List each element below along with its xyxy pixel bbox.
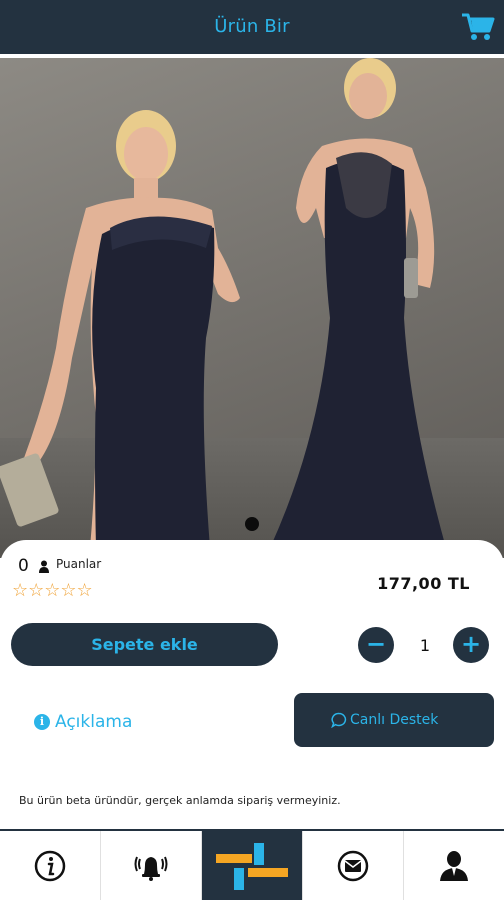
info-circle-icon: i	[34, 714, 50, 730]
nav-messages[interactable]	[303, 831, 404, 900]
mail-icon	[337, 850, 369, 881]
tab-description-label: Açıklama	[55, 712, 133, 732]
beta-notice: Bu ürün beta üründür, gerçek anlamda sip…	[19, 794, 341, 807]
quantity-decrease-button[interactable]: −	[358, 627, 394, 663]
carousel-indicator-active[interactable]	[245, 517, 259, 531]
product-image-carousel[interactable]	[0, 58, 504, 558]
app-header: Ürün Bir	[0, 0, 504, 54]
bottom-navigation	[0, 829, 504, 900]
chat-bubble-icon	[331, 712, 347, 729]
live-support-button[interactable]: Canlı Destek	[294, 693, 494, 747]
info-icon	[34, 850, 66, 881]
rating-label: Puanlar	[56, 557, 102, 571]
user-icon	[440, 850, 468, 881]
product-photo	[0, 58, 446, 548]
add-to-cart-button[interactable]: Sepete ekle	[11, 623, 278, 666]
notification-bell-icon	[134, 856, 168, 881]
nav-home[interactable]	[202, 831, 303, 900]
nav-account[interactable]	[404, 831, 504, 900]
shopping-cart-icon[interactable]	[460, 10, 496, 44]
nav-info[interactable]	[0, 831, 101, 900]
nav-notifications[interactable]	[101, 831, 202, 900]
live-support-label: Canlı Destek	[350, 712, 439, 728]
quantity-value: 1	[419, 636, 431, 655]
grid-logo-icon	[216, 842, 288, 890]
product-price: 177,00 TL	[377, 574, 470, 593]
page-title: Ürün Bir	[214, 16, 290, 37]
star-rating[interactable]: ☆☆☆☆☆	[12, 580, 93, 601]
person-icon	[38, 558, 50, 573]
rating-count: 0	[18, 556, 29, 576]
quantity-increase-button[interactable]: +	[453, 627, 489, 663]
